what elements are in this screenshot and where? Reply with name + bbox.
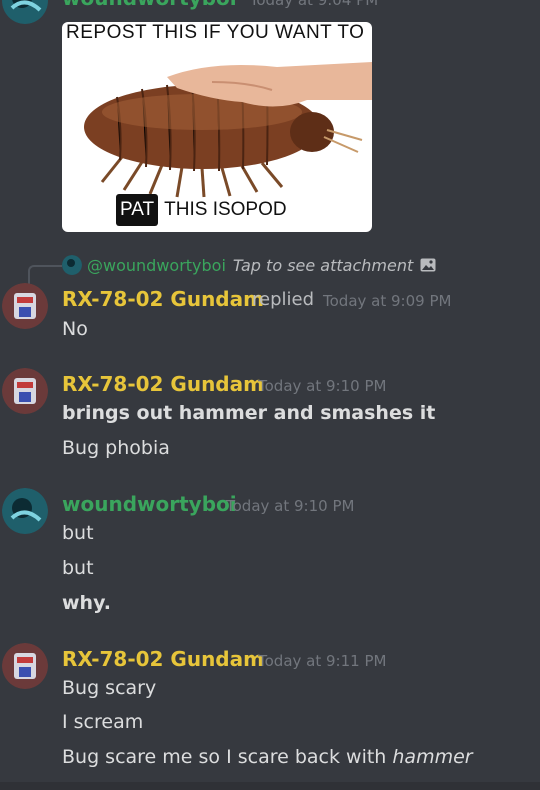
message-text: I scream (62, 711, 144, 733)
reply-reference[interactable]: @woundwortyboi Tap to see attachment (62, 255, 436, 275)
message-text: Bug scare me so I scare back with hammer (62, 746, 473, 768)
message-text: but (62, 557, 94, 579)
message-text-part: Bug scare me so I scare back with (62, 746, 393, 768)
message-text: Bug scary (62, 677, 157, 699)
timestamp: Today at 9:11 PM (258, 652, 387, 670)
replied-label: replied (252, 289, 315, 310)
timestamp: Today at 9:09 PM (323, 292, 452, 310)
avatar-woundwortyboi[interactable] (2, 488, 48, 534)
message-header: woundwortyboi Today at 9:04 PM (62, 0, 378, 10)
avatar-woundwortyboi[interactable] (2, 0, 48, 24)
username[interactable]: RX-78-02 Gundam (62, 647, 264, 671)
message-text: but (62, 522, 94, 544)
reply-ref-username[interactable]: @woundwortyboi (87, 256, 226, 275)
message-italic-word: hammer (392, 746, 473, 768)
timestamp: Today at 9:04 PM (249, 0, 379, 9)
timestamp: Today at 9:10 PM (258, 377, 387, 395)
message-text: brings out hammer and smashes it (62, 402, 436, 424)
avatar-gundam[interactable] (2, 283, 48, 329)
username[interactable]: woundwortyboi (62, 0, 237, 10)
reply-avatar (62, 255, 82, 275)
meme-pat-word: PAT (116, 194, 159, 226)
avatar-gundam[interactable] (2, 368, 48, 414)
reply-connector (28, 265, 62, 285)
image-icon (420, 258, 436, 272)
meme-image-attachment[interactable]: REPOST THIS IF YOU WANT TO PAT THIS ISOP… (62, 22, 372, 232)
message-text: why. (62, 592, 111, 614)
avatar-gundam[interactable] (2, 643, 48, 689)
username[interactable]: RX-78-02 Gundam (62, 372, 264, 396)
meme-bottom-words: THIS ISOPOD (164, 199, 287, 220)
message-text: Bug phobia (62, 437, 170, 459)
bottom-divider (0, 782, 540, 790)
meme-bottom-text: PAT THIS ISOPOD (116, 194, 287, 226)
message-text: No (62, 318, 88, 340)
reply-ref-text[interactable]: Tap to see attachment (233, 256, 413, 275)
username[interactable]: RX-78-02 Gundam (62, 287, 264, 311)
timestamp: Today at 9:10 PM (226, 497, 355, 515)
username[interactable]: woundwortyboi (62, 492, 237, 516)
